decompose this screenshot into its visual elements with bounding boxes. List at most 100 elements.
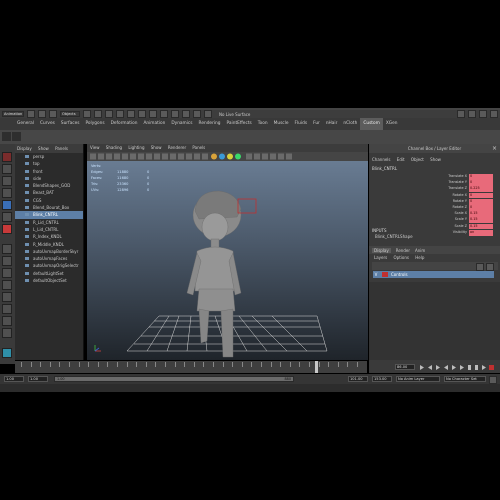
shelf-tab[interactable]: Muscle	[271, 118, 292, 130]
select-component-icon[interactable]	[105, 110, 113, 118]
outliner-menu-display[interactable]: Display	[17, 146, 32, 151]
selection-mode-dropdown[interactable]: Objects	[60, 111, 80, 117]
channel-box-toggle-icon[interactable]	[490, 110, 498, 118]
layout-single-icon[interactable]	[2, 244, 12, 254]
shelf-tab[interactable]: Toon	[255, 118, 271, 130]
channel-attribute-row[interactable]: Scale X 0.15	[429, 211, 493, 217]
layout-persp-icon[interactable]	[2, 316, 12, 326]
shelf-tab[interactable]: Rendering	[196, 118, 224, 130]
channel-attribute-value[interactable]: 0	[469, 180, 493, 186]
layout-side-icon[interactable]	[2, 268, 12, 278]
manipulator-tool-icon[interactable]	[2, 224, 12, 234]
attribute-editor-toggle-icon[interactable]	[468, 110, 476, 118]
layer-menu-layers[interactable]: Layers	[374, 255, 387, 260]
layout-custom-icon[interactable]	[2, 328, 12, 338]
channel-attribute-row[interactable]: Translate Z 0.225	[429, 186, 493, 193]
channel-attribute-value[interactable]: 0.15	[469, 211, 493, 217]
layer-tab-display[interactable]: Display	[372, 247, 391, 253]
layer-tab-anim[interactable]: Anim	[415, 248, 425, 253]
select-tool-icon[interactable]	[2, 152, 12, 162]
select-hierarchy-icon[interactable]	[83, 110, 91, 118]
outliner-item[interactable]: R_Index_KNDL	[15, 233, 83, 240]
outliner-item[interactable]: R_Middle_KNDL	[15, 241, 83, 248]
outliner-item[interactable]: Blink_CNTRL	[15, 211, 83, 219]
outliner-item[interactable]: front	[15, 168, 83, 175]
tool-settings-toggle-icon[interactable]	[479, 110, 487, 118]
channel-attribute-value[interactable]: 0	[469, 192, 493, 199]
snap-surface-icon[interactable]	[149, 110, 157, 118]
close-icon[interactable]: ×	[492, 144, 497, 153]
viewport-menu-panels[interactable]: Panels	[192, 145, 205, 150]
layout-four-icon[interactable]	[2, 256, 12, 266]
layout-hypershade-icon[interactable]	[2, 304, 12, 314]
shelf-tab[interactable]: Animation	[140, 118, 168, 130]
outliner-menu-show[interactable]: Show	[38, 146, 49, 151]
channel-menu-edit[interactable]: Edit	[397, 157, 405, 162]
anim-layer-dropdown[interactable]: No Anim Layer	[396, 376, 440, 382]
snap-grid-icon[interactable]	[116, 110, 124, 118]
channel-attribute-row[interactable]: Translate Y0	[429, 180, 493, 186]
history-icon[interactable]	[160, 110, 168, 118]
rotate-tool-icon[interactable]	[2, 200, 12, 210]
auto-key-icon[interactable]	[489, 376, 497, 384]
outliner-menu-panels[interactable]: Panels	[55, 146, 68, 151]
channel-attribute-row[interactable]: Scale Y 0.15	[429, 217, 493, 224]
range-slider[interactable]: 1.00 880	[54, 376, 294, 382]
shelf-tab[interactable]: Curves	[37, 118, 58, 130]
outliner-item[interactable]: L_Lid_CNTRL	[15, 226, 83, 233]
outliner-item[interactable]: defaultObjectSet	[15, 277, 83, 284]
layer-name[interactable]: Controls	[391, 272, 408, 277]
viewport-menu-renderer[interactable]: Renderer	[168, 145, 186, 150]
viewport-toolbar-icons[interactable]	[87, 152, 368, 161]
channel-attribute-value[interactable]: 0	[469, 198, 493, 205]
layer-color-swatch[interactable]	[382, 272, 388, 277]
viewport-menu-lighting[interactable]: Lighting	[128, 145, 144, 150]
outliner-item[interactable]: autoUvmapFaces	[15, 255, 83, 262]
outliner-item[interactable]: side	[15, 175, 83, 182]
channel-attribute-row[interactable]: Rotate Z0	[429, 205, 493, 211]
command-line[interactable]	[0, 384, 500, 392]
open-scene-icon[interactable]	[38, 110, 46, 118]
outliner-item[interactable]: CGS	[15, 197, 83, 204]
outliner-item[interactable]: Blend_Bourat_Box	[15, 204, 83, 211]
layout-outliner-icon[interactable]	[2, 280, 12, 290]
channel-attribute-value[interactable]: 0	[469, 174, 493, 180]
shelf-tab[interactable]: Deformation	[108, 118, 141, 130]
character-set-dropdown[interactable]: No Character Set	[444, 376, 486, 382]
ipr-render-icon[interactable]	[182, 110, 190, 118]
shelf-icon-strip[interactable]	[0, 130, 500, 144]
channel-attribute-value[interactable]: 0.225	[469, 186, 493, 193]
shelf-tab[interactable]: XGen	[383, 118, 401, 130]
outliner-item[interactable]: top	[15, 160, 83, 167]
current-frame-field[interactable]: 86.00	[395, 364, 415, 370]
channel-attribute-row[interactable]: Rotate Y0	[429, 198, 493, 205]
shelf-tab[interactable]: Fluids	[292, 118, 311, 130]
select-object-icon[interactable]	[94, 110, 102, 118]
outliner-item[interactable]: BlendShapes_GOD	[15, 182, 83, 189]
layer-menu-help[interactable]: Help	[415, 255, 424, 260]
shelf-tab[interactable]: Surfaces	[58, 118, 83, 130]
channel-attribute-row[interactable]: Translate X0	[429, 174, 493, 180]
channel-attribute-row[interactable]: Rotate X0	[429, 192, 493, 199]
channel-attribute-value[interactable]: 0	[469, 205, 493, 211]
viewport-menu-shading[interactable]: Shading	[106, 145, 122, 150]
scale-tool-icon[interactable]	[2, 212, 12, 222]
inputs-item[interactable]: Blink_CNTRLShape	[375, 234, 413, 239]
layout-graph-icon[interactable]	[2, 292, 12, 302]
viewport-menu-show[interactable]: Show	[151, 145, 162, 150]
lasso-tool-icon[interactable]	[2, 164, 12, 174]
render-icon[interactable]	[171, 110, 179, 118]
channel-attribute-value[interactable]: 0.15	[469, 217, 493, 224]
new-scene-icon[interactable]	[27, 110, 35, 118]
perspective-viewport[interactable]: View Shading Lighting Show Renderer Pane…	[87, 144, 368, 360]
outliner-item[interactable]: autoUvmapOrigSelectr	[15, 262, 83, 269]
new-layer-icon[interactable]	[476, 263, 484, 271]
channel-attribute-value[interactable]: 0.15	[469, 223, 493, 230]
playback-end-field[interactable]: 101.00	[348, 376, 368, 382]
channel-attribute-row[interactable]: Scale Z 0.15	[429, 223, 493, 230]
channel-menu-channels[interactable]: Channels	[372, 157, 391, 162]
outliner-item[interactable]: autoUvmapBorderSkyr	[15, 248, 83, 255]
layer-tab-render[interactable]: Render	[396, 248, 410, 253]
channel-attribute-row[interactable]: Visibility on	[429, 229, 493, 236]
current-time-marker[interactable]	[315, 361, 318, 373]
